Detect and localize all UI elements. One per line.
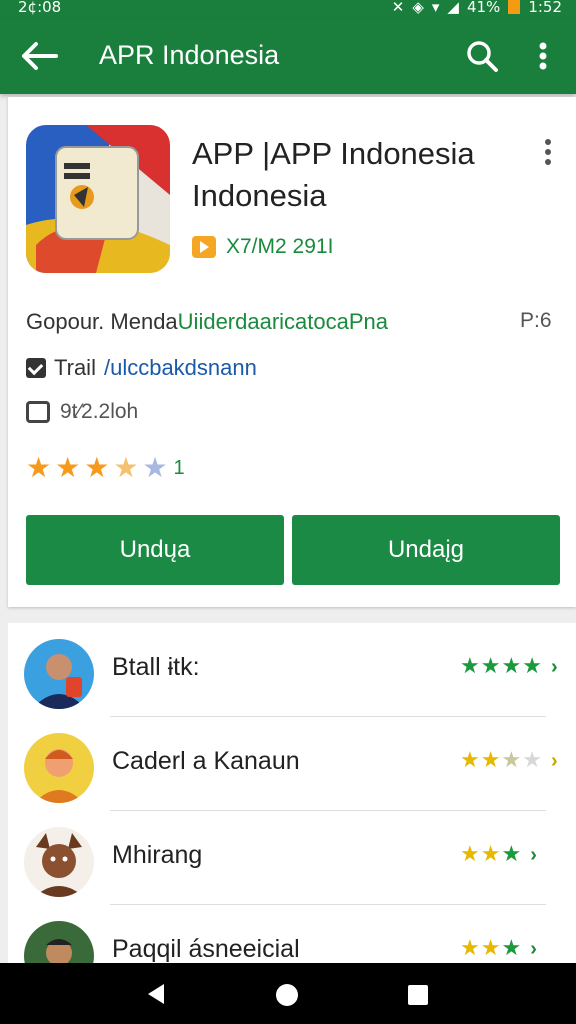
trail-line: Trail /ulccbakdsnann [26,355,257,381]
star-empty-icon: ★ [142,451,168,484]
install-button[interactable]: Undaįg [292,515,560,585]
list-item-title: Btall ɨtk: [112,653,200,681]
avatar [24,733,94,803]
list-item[interactable]: Paqqil ásneeicial ★ ★ ★ › [8,905,576,963]
badge-text: X7/M2 291I [226,235,334,258]
trail-link[interactable]: /ulccbakdsnann [104,355,257,381]
toolbar-title: APR Indonesia [99,40,280,70]
play-badge-icon [192,236,216,258]
list-item-rating: ★ ★ ★ ★ › [460,749,558,773]
developer-prefix: Gopour. Menda [26,309,178,334]
chevron-right-icon[interactable]: › [551,750,558,773]
star-icon: ★ [480,748,501,773]
back-arrow-icon[interactable] [20,38,60,74]
search-icon[interactable] [464,38,500,74]
system-nav-bar [0,963,576,1024]
list-item-title: Paqqil ásneeicial [112,935,300,963]
star-icon: ★ [501,842,522,867]
nav-home-icon[interactable] [276,984,298,1006]
status-bar: 2¢:08 ✕ ◈ ▾ ◢ 41% 1:52 [0,0,576,18]
avatar [24,921,94,963]
developer-line: Gopour. MendaUiiderdaaricatocaPna [26,309,388,335]
star-icon: ★ [84,451,110,484]
list-item[interactable]: Mhirang ★ ★ ★ › [8,811,576,905]
star-icon: ★ [460,842,480,867]
status-icons: ✕ ◈ ▾ ◢ 41% 1:52 [392,0,562,16]
list-item-rating: ★ ★ ★ › [460,937,537,961]
app-toolbar: APR Indonesia [0,18,576,94]
star-icon: ★ [460,654,480,679]
developer-link[interactable]: UiiderdaaricatocaPna [178,309,388,334]
battery-icon [508,0,521,14]
avatar [24,639,94,709]
overflow-menu-icon[interactable] [528,38,558,74]
half-star-icon: ★ [113,451,139,484]
trail-label: Trail [54,355,96,380]
star-icon: ★ [460,936,480,961]
card-overflow-icon[interactable] [538,137,558,167]
battery-percent: 41% [466,0,501,16]
list-item[interactable]: Btall ɨtk: ★ ★ ★ ★ › [8,623,576,717]
nav-recents-icon[interactable] [408,985,428,1005]
star-icon: ★ [480,936,501,961]
mute-icon: ✕ [391,0,405,16]
rating-row: ★ ★ ★ ★ ★ 1 [26,453,185,483]
wifi-icon: ▾ [431,0,440,16]
star-icon: ★ [460,748,480,773]
status-time-left: 2¢:08 [18,0,62,16]
signal-icon: ◢ [447,0,459,16]
list-item-rating: ★ ★ ★ › [460,843,537,867]
download-button[interactable]: Undųa [26,515,284,585]
nav-back-icon[interactable] [146,983,166,1005]
info-right-label: P:6 [520,309,552,332]
list-item-title: Mhirang [112,841,203,869]
app-detail-card: APP |APP Indonesia Indonesia X7/M2 291I … [8,97,576,607]
vibrate-icon: ◈ [412,0,424,16]
star-icon: ★ [501,936,522,961]
list-item-title: Caderl a Kanaun [112,747,300,775]
chevron-right-icon[interactable]: › [530,844,537,867]
star-icon: ★ [480,842,501,867]
rating-value: 1 [173,456,185,479]
app-icon [26,125,170,273]
chevron-right-icon[interactable]: › [530,938,537,961]
star-icon: ★ [501,654,522,679]
checkbox-icon [26,358,46,378]
avatar [24,827,94,897]
app-name: APP |APP Indonesia Indonesia [192,136,475,213]
download-icon [26,401,50,423]
star-icon: ★ [480,654,501,679]
chevron-right-icon[interactable]: › [551,656,558,679]
star-icon: ★ [55,451,81,484]
half-star-icon: ★ [501,748,522,773]
related-apps-list: Btall ɨtk: ★ ★ ★ ★ › Caderl a Kanaun ★ ★ ★ ★ › [8,623,576,963]
list-item[interactable]: Caderl a Kanaun ★ ★ ★ ★ › [8,717,576,811]
downloads-line: 9t⁄2.2loh [26,400,138,424]
downloads-text: 9t⁄2.2loh [60,400,139,423]
star-icon: ★ [26,451,52,484]
star-icon: ★ [522,654,542,679]
status-time-right: 1:52 [528,0,562,16]
star-empty-icon: ★ [522,748,542,773]
badge-row: X7/M2 291I [192,235,333,259]
list-item-rating: ★ ★ ★ ★ › [460,655,558,679]
